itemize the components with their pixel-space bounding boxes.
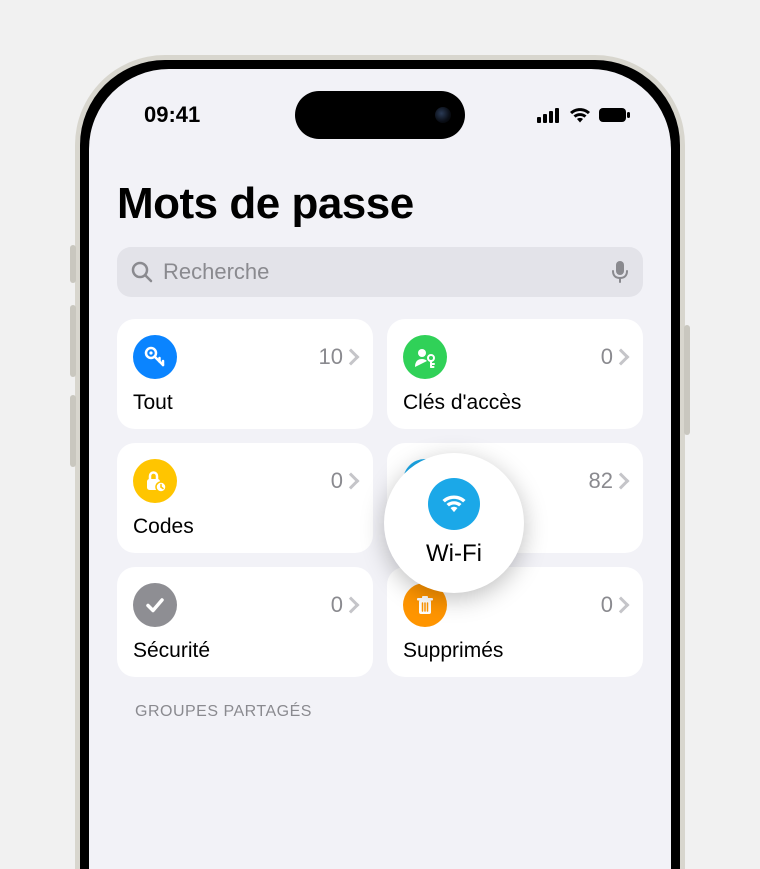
battery-icon — [599, 107, 631, 123]
screen: 09:41 Mots de passe Recherche — [89, 69, 671, 869]
status-indicators — [537, 107, 631, 123]
category-grid: 10 Tout 0 — [117, 319, 643, 677]
search-icon — [131, 261, 153, 283]
card-codes-count-wrap: 0 — [331, 468, 357, 494]
wifi-highlight-callout: Wi-Fi — [384, 453, 524, 593]
card-wifi-count-wrap: 82 — [589, 468, 627, 494]
card-all-count: 10 — [319, 344, 343, 370]
card-passkeys-count-wrap: 0 — [601, 344, 627, 370]
card-security-count-wrap: 0 — [331, 592, 357, 618]
status-time: 09:41 — [144, 102, 200, 128]
wifi-highlight-label: Wi-Fi — [426, 540, 482, 568]
passkey-icon — [403, 335, 447, 379]
card-all-count-wrap: 10 — [319, 344, 357, 370]
wifi-icon — [428, 478, 480, 530]
wifi-status-icon — [569, 107, 591, 123]
card-codes[interactable]: 0 Codes — [117, 443, 373, 553]
card-codes-label: Codes — [133, 515, 357, 539]
main-content: Mots de passe Recherche 10 — [89, 69, 671, 721]
card-all-label: Tout — [133, 391, 357, 415]
card-deleted-count: 0 — [601, 592, 613, 618]
card-security[interactable]: 0 Sécurité — [117, 567, 373, 677]
phone-frame: 09:41 Mots de passe Recherche — [75, 55, 685, 869]
card-deleted-count-wrap: 0 — [601, 592, 627, 618]
card-wifi-count: 82 — [589, 468, 613, 494]
chevron-right-icon — [343, 473, 360, 490]
mic-icon[interactable] — [611, 260, 629, 284]
status-bar: 09:41 — [89, 95, 671, 135]
card-passkeys-count: 0 — [601, 344, 613, 370]
side-button-volume-down — [70, 395, 76, 467]
checkmark-icon — [133, 583, 177, 627]
card-codes-count: 0 — [331, 468, 343, 494]
side-button-volume-up — [70, 305, 76, 377]
side-button-power — [684, 325, 690, 435]
lock-clock-icon — [133, 459, 177, 503]
card-security-count: 0 — [331, 592, 343, 618]
card-passkeys-label: Clés d'accès — [403, 391, 627, 415]
side-button-silence — [70, 245, 76, 283]
cellular-icon — [537, 107, 561, 123]
search-placeholder: Recherche — [163, 259, 601, 285]
section-shared-groups: GROUPES PARTAGÉS — [117, 703, 643, 721]
card-passkeys[interactable]: 0 Clés d'accès — [387, 319, 643, 429]
card-all[interactable]: 10 Tout — [117, 319, 373, 429]
page-title: Mots de passe — [117, 179, 643, 229]
chevron-right-icon — [343, 349, 360, 366]
search-field[interactable]: Recherche — [117, 247, 643, 297]
chevron-right-icon — [343, 597, 360, 614]
key-icon — [133, 335, 177, 379]
chevron-right-icon — [613, 349, 630, 366]
card-deleted-label: Supprimés — [403, 639, 627, 663]
card-security-label: Sécurité — [133, 639, 357, 663]
chevron-right-icon — [613, 473, 630, 490]
chevron-right-icon — [613, 597, 630, 614]
